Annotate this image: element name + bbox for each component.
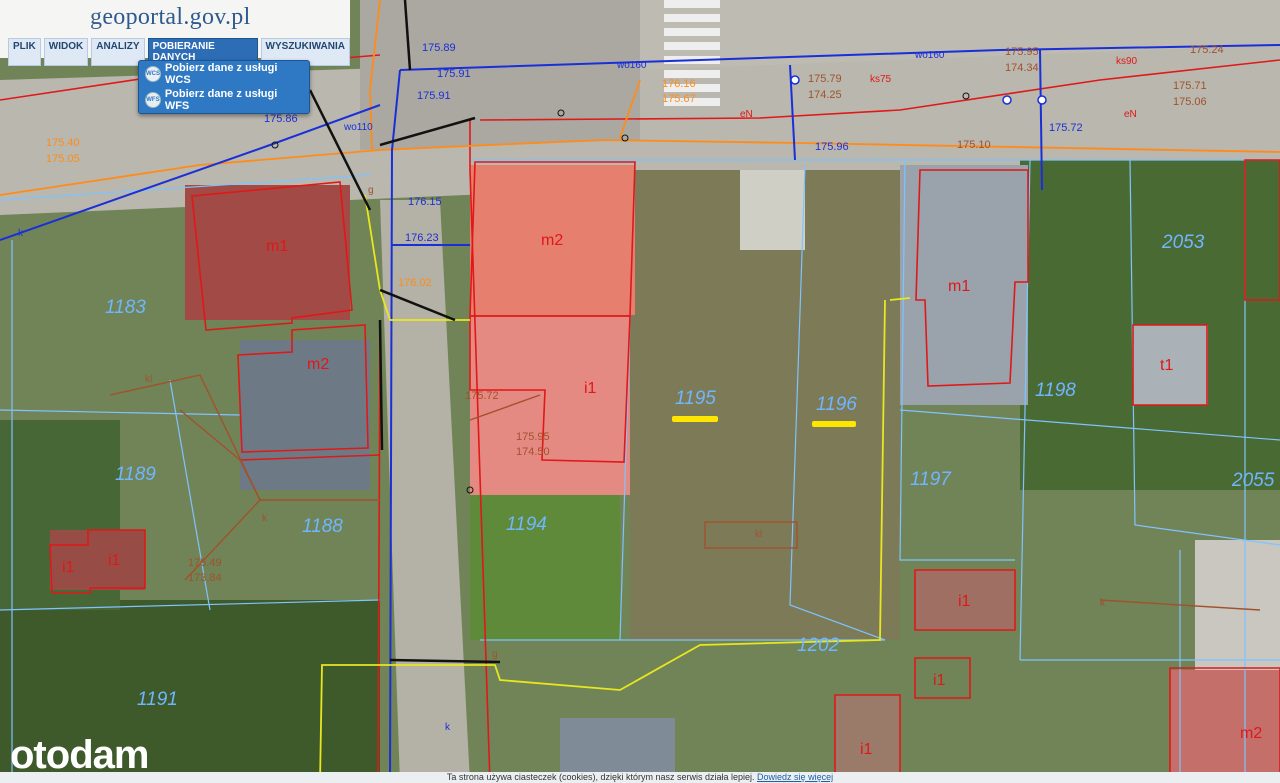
road-area xyxy=(360,0,640,150)
elevation-label: 175.91 xyxy=(437,68,471,80)
building-label-m2c: m2 xyxy=(1240,725,1262,742)
elevation-label: 175.86 xyxy=(264,113,298,125)
elevation-label: 175.91 xyxy=(417,90,451,102)
elevation-label: 175.10 xyxy=(957,139,991,151)
wfs-icon: WFS xyxy=(145,92,161,108)
elevation-label: 175.49 xyxy=(188,557,222,569)
elevation-label: 174.50 xyxy=(516,446,550,458)
building-label-i1c: i1 xyxy=(958,593,971,610)
menu-widok[interactable]: WIDOK xyxy=(43,38,89,66)
building-label-m2b: m2 xyxy=(541,232,563,249)
utility-code-label: kl xyxy=(755,529,762,540)
cookie-bar: Ta strona używa ciasteczek (cookies), dz… xyxy=(0,772,1280,783)
app-header: geoportal.gov.pl PLIK WIDOK ANALIZY POBI… xyxy=(0,0,350,66)
menu-item-wcs[interactable]: WCS Pobierz dane z usługi WCS xyxy=(139,61,309,87)
building-label-m1: m1 xyxy=(266,238,288,255)
parcel-label-1194: 1194 xyxy=(506,514,547,535)
menu-analizy[interactable]: ANALIZY xyxy=(91,38,145,66)
roof-m2c xyxy=(1170,670,1280,783)
parcel-label-1202: 1202 xyxy=(797,635,840,656)
elevation-label: 175.96 xyxy=(815,141,849,153)
elevation-label: 174.34 xyxy=(1005,62,1039,74)
utility-code-label: ks90 xyxy=(1116,56,1138,67)
lawn xyxy=(470,480,620,640)
roof-m2b xyxy=(240,340,370,490)
parcel-label-1195: 1195 xyxy=(675,388,716,409)
parcel-label-2055: 2055 xyxy=(1231,470,1275,491)
highlight-marker-1195 xyxy=(672,416,718,422)
building-label-i1: i1 xyxy=(584,380,597,397)
elevation-label: 175.72 xyxy=(1049,122,1083,134)
elevation-label: 175.95 xyxy=(1005,46,1039,58)
wcs-icon: WCS xyxy=(145,66,161,82)
parcel-label-1183: 1183 xyxy=(105,297,146,318)
menu-item-wfs-label: Pobierz dane z usługi WFS xyxy=(164,88,278,112)
highlight-marker-1196 xyxy=(812,421,856,427)
roof-i1d xyxy=(835,695,900,783)
building-label-i1d: i1 xyxy=(933,672,946,689)
utility-code-label: ks75 xyxy=(870,74,892,85)
utility-code-label: g xyxy=(368,185,374,196)
elevation-label: 175.05 xyxy=(46,153,80,165)
map-canvas[interactable]: 1183 1188 1189 1191 1194 1195 1196 1197 … xyxy=(0,0,1280,783)
geoportal-logo[interactable]: geoportal.gov.pl xyxy=(90,4,251,31)
elevation-label: 175.71 xyxy=(1173,80,1207,92)
elevation-label: 175.72 xyxy=(465,390,499,402)
elevation-label: 176.02 xyxy=(398,277,432,289)
building-label-m2: m2 xyxy=(307,356,329,373)
elevation-label: 175.67 xyxy=(662,93,696,105)
utility-code-label: wo160 xyxy=(616,60,647,71)
utility-code-label: kl xyxy=(145,374,152,385)
building-label-i1f: i1 xyxy=(62,559,75,576)
elevation-label: 173.84 xyxy=(188,572,222,584)
logo-prefix: g xyxy=(90,4,103,30)
roof-small xyxy=(740,170,805,250)
parcel-label-1198: 1198 xyxy=(1035,380,1076,401)
elevation-label: 176.15 xyxy=(408,196,442,208)
parcel-label-1189: 1189 xyxy=(115,464,156,485)
parcel-label-1196: 1196 xyxy=(816,394,857,415)
elevation-label: 175.95 xyxy=(516,431,550,443)
menu-plik[interactable]: PLIK xyxy=(8,38,41,66)
roof-gray xyxy=(1195,540,1280,670)
utility-code-label: g xyxy=(492,649,498,660)
utility-code-label: wo110 xyxy=(343,122,373,133)
utility-code-label: eN xyxy=(1124,109,1137,120)
menu-item-wfs[interactable]: WFS Pobierz dane z usługi WFS xyxy=(139,87,309,113)
utility-code-label: wo160 xyxy=(914,50,945,61)
elevation-label: 175.06 xyxy=(1173,96,1207,108)
building-label-t1: t1 xyxy=(1160,357,1173,374)
parcel-label-1191: 1191 xyxy=(137,689,178,710)
utility-code-label: eN xyxy=(740,109,753,120)
cookie-text: Ta strona używa ciasteczek (cookies), dz… xyxy=(446,772,755,782)
elevation-label: 175.89 xyxy=(422,42,456,54)
parcel-label-1197: 1197 xyxy=(910,469,952,490)
elevation-label: 174.25 xyxy=(808,89,842,101)
roof-i1 xyxy=(470,315,630,495)
elevation-label: 176.23 xyxy=(405,232,439,244)
building-label-i1b: i1 xyxy=(108,552,121,569)
elevation-label: 176.16 xyxy=(662,78,696,90)
parcel-label-1188: 1188 xyxy=(302,516,343,537)
menu-item-wcs-label: Pobierz dane z usługi WCS xyxy=(165,62,278,86)
download-dropdown: WCS Pobierz dane z usługi WCS WFS Pobier… xyxy=(138,60,310,114)
building-label-i1e: i1 xyxy=(860,741,873,758)
elevation-label: 175.24 xyxy=(1190,44,1224,56)
parcel-label-2053: 2053 xyxy=(1161,232,1205,253)
cookie-link[interactable]: Dowiedz się więcej xyxy=(757,772,833,782)
elevation-label: 175.79 xyxy=(808,73,842,85)
logo-text: eoportal.gov.pl xyxy=(102,4,251,30)
elevation-label: 175.40 xyxy=(46,137,80,149)
building-label-m1b: m1 xyxy=(948,278,970,295)
